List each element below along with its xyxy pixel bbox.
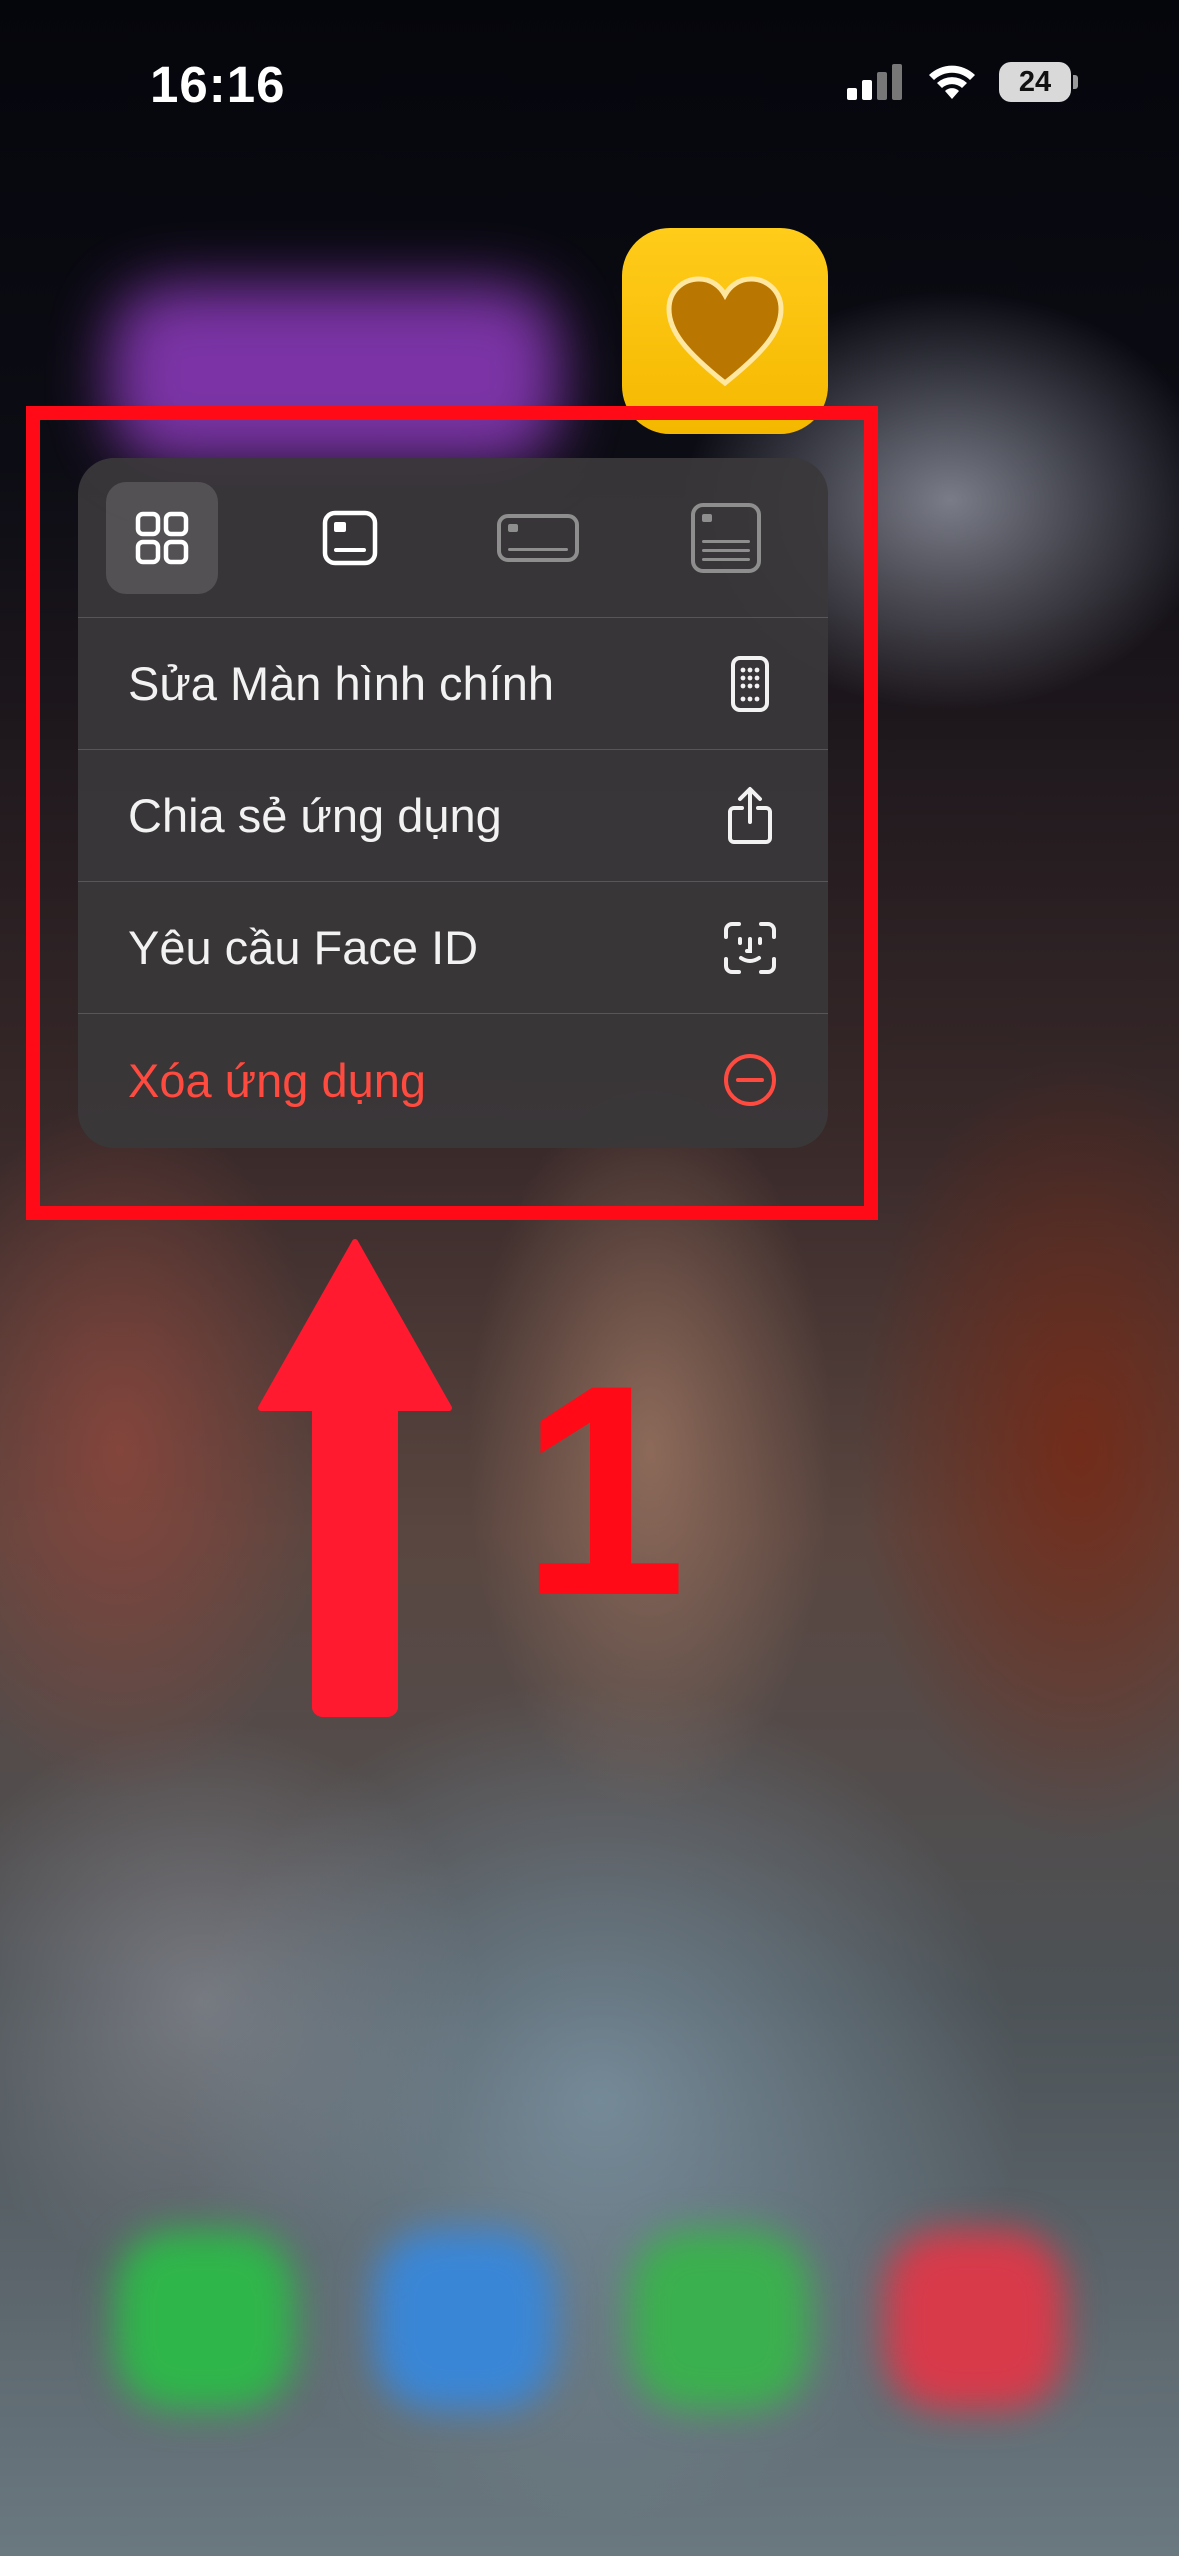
health-app-icon[interactable] [622, 228, 828, 434]
status-bar: 16:16 24 [0, 0, 1179, 170]
dock-app-messages[interactable] [630, 2230, 810, 2410]
battery-level: 24 [1018, 66, 1052, 98]
status-icons: 24 [847, 62, 1079, 102]
dock [0, 2180, 1179, 2480]
dock-app-phone[interactable] [115, 2230, 295, 2410]
annotation-arrow-icon [258, 1239, 452, 1717]
battery-icon: 24 [999, 62, 1079, 102]
heart-icon [666, 276, 784, 387]
blurred-background [0, 0, 1179, 2556]
wifi-icon [929, 65, 975, 99]
annotation-step-number: 1 [520, 1322, 687, 1658]
annotation-highlight-box [26, 406, 878, 1220]
cellular-signal-icon [847, 64, 902, 100]
dock-app-safari[interactable] [375, 2230, 555, 2410]
status-time: 16:16 [150, 56, 286, 113]
dock-app-music[interactable] [885, 2230, 1065, 2410]
